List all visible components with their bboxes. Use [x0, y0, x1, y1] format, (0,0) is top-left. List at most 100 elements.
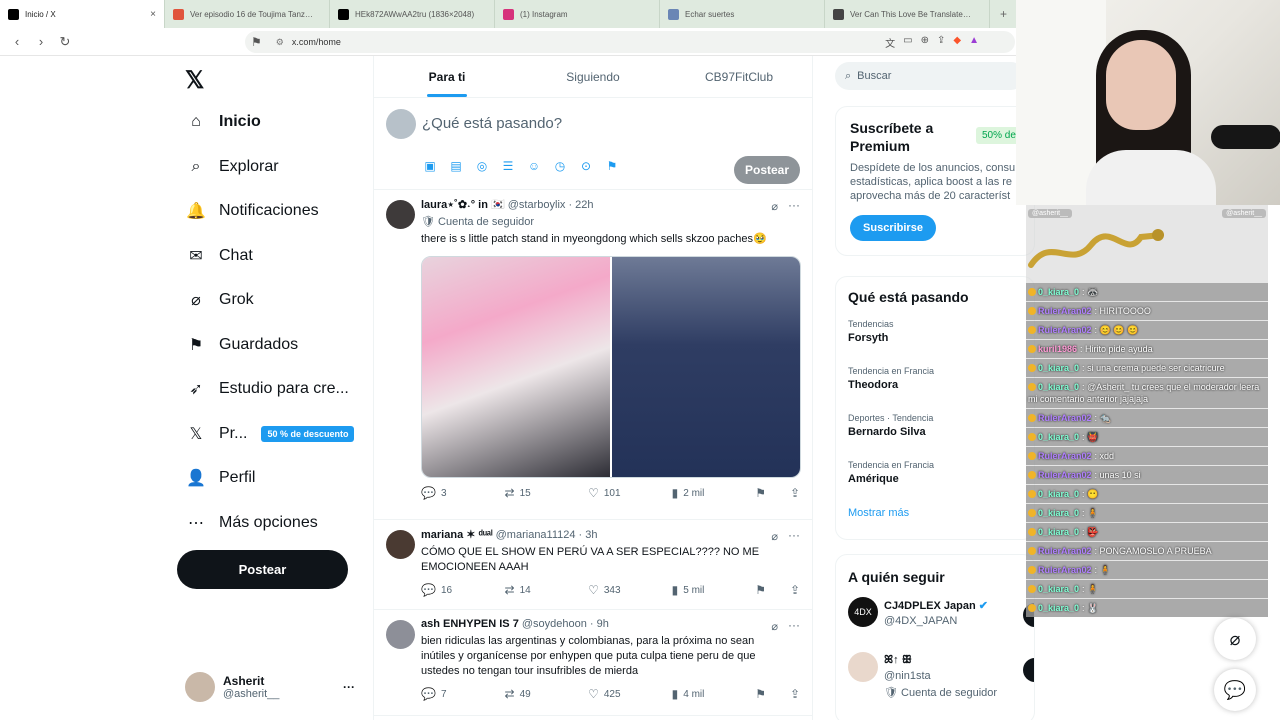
sidebar-item-notificaciones[interactable]: 🔔 Notificaciones: [185, 196, 319, 226]
emoji-icon[interactable]: ☺: [526, 158, 542, 174]
poll-icon[interactable]: ☰: [500, 158, 516, 174]
more-icon[interactable]: ···: [788, 618, 800, 632]
grok-fab[interactable]: ⌀: [1214, 618, 1256, 660]
sidebar-item-chat[interactable]: ✉ Chat: [185, 241, 253, 271]
avatar[interactable]: 4DX: [848, 597, 878, 627]
chat-fab[interactable]: 💬: [1214, 669, 1256, 711]
more-icon[interactable]: ···: [788, 528, 800, 542]
post-image[interactable]: [612, 257, 800, 477]
sidebar-item-inicio[interactable]: ⌂ Inicio: [185, 107, 261, 137]
views-button[interactable]: ▮ 5 mil: [672, 583, 756, 597]
post-media[interactable]: [421, 256, 801, 478]
browser-tab[interactable]: Echar suertes: [660, 0, 825, 28]
avatar[interactable]: [386, 620, 415, 649]
like-button[interactable]: ♡ 101: [588, 486, 672, 500]
reply-button[interactable]: 💬 16: [421, 583, 505, 597]
cast-icon[interactable]: ▭: [903, 35, 912, 50]
sidebar-item-grok[interactable]: ⌀ Grok: [185, 285, 254, 315]
sidebar-item-pr[interactable]: 𝕏 Pr... 50 % de descuento: [185, 419, 355, 449]
post[interactable]: laura⋆˚✿˖° in 🇰🇷 @starboylix · 22h ⌀ ···…: [374, 190, 812, 520]
trend-item[interactable]: Tendencia en Francia Theodora: [848, 366, 1022, 413]
like-button[interactable]: ♡ 425: [588, 687, 672, 701]
follow-suggestion[interactable]: ꕤ↑ ꕥ @nin1sta 🛡 Cuenta de seguidor Segui…: [848, 652, 1034, 707]
trend-item[interactable]: Tendencias Forsyth: [848, 319, 1022, 366]
post-author[interactable]: mariana ✶ ᵈᵘᵃˡ: [421, 529, 493, 541]
avatar[interactable]: [386, 200, 415, 229]
bookmark-icon[interactable]: ⚑: [755, 687, 766, 701]
more-icon[interactable]: ···: [788, 198, 800, 212]
trend-item[interactable]: Deportes · Tendencia Bernardo Silva: [848, 413, 1022, 460]
sidebar-item-estudio-para-cre[interactable]: ➶ Estudio para cre...: [185, 374, 349, 404]
follow-button[interactable]: Seguir: [1023, 658, 1034, 682]
bookmark-icon[interactable]: ⚑: [755, 583, 766, 597]
more-icon[interactable]: ···: [343, 680, 355, 694]
flag-icon[interactable]: ⚑: [604, 158, 620, 174]
brave-shield-icon[interactable]: ◆: [953, 35, 961, 50]
views-button[interactable]: ▮ 4 mil: [672, 687, 756, 701]
browser-tab[interactable]: (1) Instagram: [495, 0, 660, 28]
grok-icon[interactable]: ⌀: [771, 530, 778, 543]
browser-tab[interactable]: Inicio / X ×: [0, 0, 165, 28]
sidebar-item-explorar[interactable]: ⌕ Explorar: [185, 152, 279, 182]
schedule-icon[interactable]: ◷: [552, 158, 568, 174]
share-icon[interactable]: ⇪: [790, 583, 800, 597]
repost-button[interactable]: ⇄ 15: [505, 486, 589, 500]
subscribe-button[interactable]: Suscribirse: [850, 215, 936, 241]
brave-rewards-icon[interactable]: ▲: [969, 35, 979, 50]
share-icon[interactable]: ⇪: [790, 486, 800, 500]
site-info-icon[interactable]: ⚙: [276, 37, 284, 48]
x-logo-icon[interactable]: 𝕏: [185, 66, 204, 95]
post-handle[interactable]: @starboylix · 22h: [508, 199, 594, 211]
trend-item[interactable]: Tendencia en Francia Amérique: [848, 460, 1022, 507]
compose-input[interactable]: ¿Qué está pasando?: [422, 115, 562, 132]
back-icon[interactable]: ‹: [10, 34, 24, 49]
views-button[interactable]: ▮ 2 mil: [672, 486, 756, 500]
compose-post-button[interactable]: Postear: [734, 156, 800, 184]
new-tab-icon[interactable]: +: [1000, 7, 1007, 21]
post[interactable]: ash ENHYPEN IS 7 @soydehoon · 9h ⌀ ··· b…: [374, 610, 812, 716]
browser-tab[interactable]: HEk872AWwAA2tru (1836×2048): [330, 0, 495, 28]
reload-icon[interactable]: ↻: [58, 34, 72, 50]
sidebar-item-perfil[interactable]: 👤 Perfil: [185, 463, 255, 493]
post-author[interactable]: ash ENHYPEN IS 7: [421, 618, 519, 630]
sidebar-item-m-s-opciones[interactable]: ⋯ Más opciones: [185, 508, 318, 538]
zoom-icon[interactable]: ⊕: [921, 35, 929, 50]
gif-icon[interactable]: ▤: [448, 158, 464, 174]
grok-icon[interactable]: ◎: [474, 158, 490, 174]
browser-tab[interactable]: Ver Can This Love Be Translated? episodi…: [825, 0, 990, 28]
tab-siguiendo[interactable]: Siguiendo: [520, 56, 666, 97]
forward-icon[interactable]: ›: [34, 34, 48, 49]
browser-tab[interactable]: Ver episodio 16 de Toujima Tanzaburou: [165, 0, 330, 28]
reply-button[interactable]: 💬 7: [421, 687, 505, 701]
search-input[interactable]: ⌕ Buscar: [835, 62, 1025, 90]
tab-para-ti[interactable]: Para ti: [374, 56, 520, 97]
url-field[interactable]: ⚑ ⚙ x.com/home 文 ▭ ⊕ ⇪ ◆ ▲: [245, 31, 1015, 53]
follow-suggestion[interactable]: 4DX CJ4DPLEX Japan ✔ @4DX_JAPAN Seguir: [848, 597, 1034, 652]
show-more-link[interactable]: Mostrar más: [848, 507, 1022, 519]
share-icon[interactable]: ⇪: [790, 687, 800, 701]
post-button[interactable]: Postear: [177, 550, 348, 589]
bookmark-icon[interactable]: ⚑: [755, 486, 766, 500]
post-handle[interactable]: @soydehoon · 9h: [522, 618, 609, 630]
grok-icon[interactable]: ⌀: [771, 620, 778, 633]
avatar[interactable]: [848, 652, 878, 682]
tab-community[interactable]: CB97FitClub: [666, 56, 812, 97]
post-image[interactable]: [422, 257, 610, 477]
image-icon[interactable]: ▣: [422, 158, 438, 174]
like-button[interactable]: ♡ 343: [588, 583, 672, 597]
translate-icon[interactable]: 文: [885, 35, 895, 50]
discount-badge[interactable]: 50 % de descuento: [261, 425, 355, 442]
account-switcher[interactable]: Asherit @asherit__ ···: [185, 670, 365, 704]
share-icon[interactable]: ⇪: [937, 35, 945, 50]
post-handle[interactable]: @mariana11124 · 3h: [496, 529, 598, 541]
post-author[interactable]: laura⋆˚✿˖° in 🇰🇷: [421, 199, 505, 211]
grok-icon[interactable]: ⌀: [771, 200, 778, 213]
repost-button[interactable]: ⇄ 49: [505, 687, 589, 701]
bookmark-page-icon[interactable]: ⚑: [251, 35, 262, 49]
reply-button[interactable]: 💬 3: [421, 486, 505, 500]
close-tab-icon[interactable]: ×: [150, 9, 156, 20]
location-icon[interactable]: ⊙: [578, 158, 594, 174]
sidebar-item-guardados[interactable]: ⚑ Guardados: [185, 330, 298, 360]
repost-button[interactable]: ⇄ 14: [505, 583, 589, 597]
post[interactable]: mariana ✶ ᵈᵘᵃˡ @mariana11124 · 3h ⌀ ··· …: [374, 520, 812, 610]
